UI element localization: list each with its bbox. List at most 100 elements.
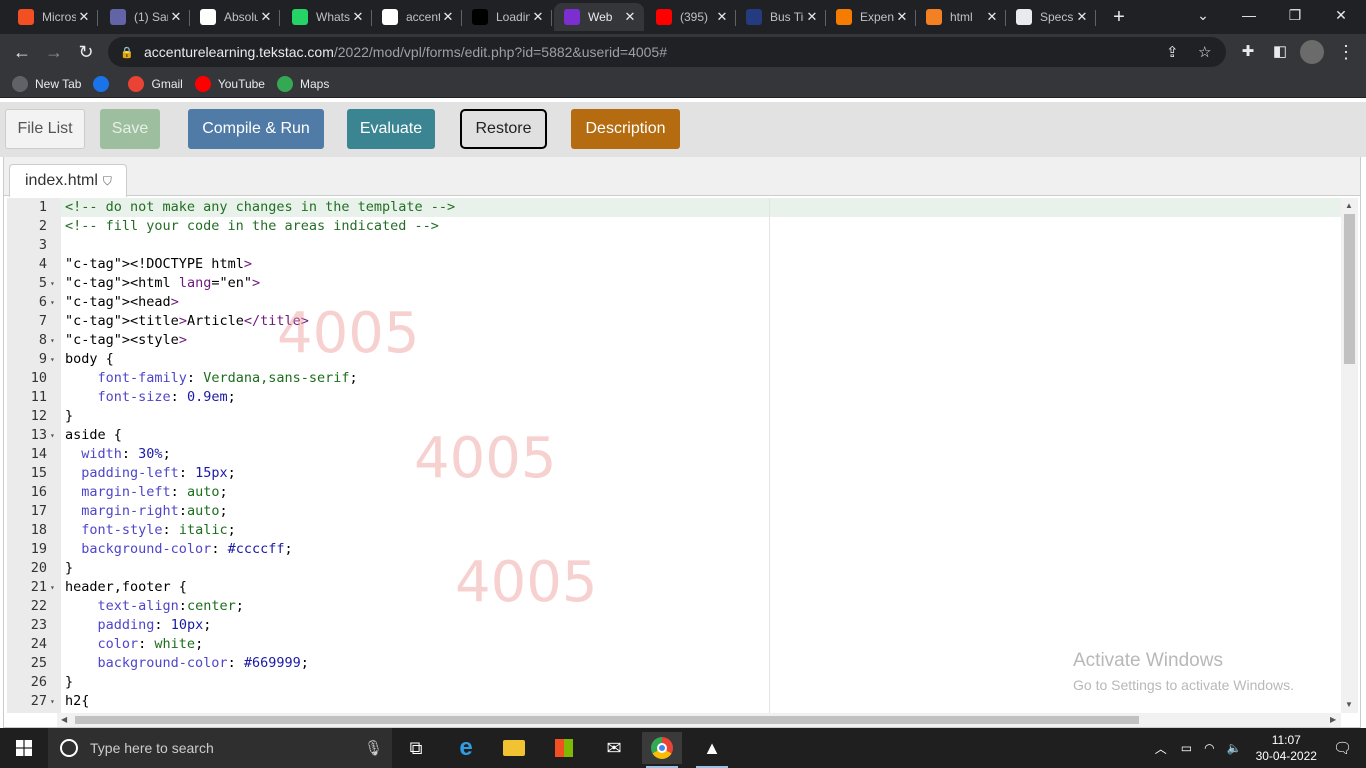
file-explorer-icon[interactable]: [494, 732, 534, 764]
close-tab-icon[interactable]: ✕: [258, 9, 274, 25]
forward-icon[interactable]: →: [42, 40, 66, 64]
close-tab-icon[interactable]: ✕: [168, 9, 184, 25]
bookmark-item[interactable]: New Tab: [12, 72, 81, 96]
browser-tab[interactable]: Web ✕: [554, 3, 644, 31]
line-number: 9: [38, 351, 47, 367]
extensions-icon[interactable]: ✚: [1236, 40, 1260, 64]
code-line: <!-- do not make any changes in the temp…: [65, 199, 456, 215]
close-tab-icon[interactable]: ✕: [622, 9, 638, 25]
taskbar-search-box[interactable]: Type here to search 🎙: [48, 728, 392, 768]
microphone-icon[interactable]: 🎙: [364, 739, 383, 757]
chevron-up-icon[interactable]: ︿: [1155, 740, 1167, 757]
browser-tab[interactable]: accenture✕: [372, 3, 462, 31]
fold-arrow-icon[interactable]: ▾: [50, 293, 55, 312]
fold-arrow-icon[interactable]: ▾: [50, 692, 55, 711]
line-number: 4: [38, 256, 47, 272]
browser-tab[interactable]: (1) Sam✕: [100, 3, 190, 31]
browser-tab[interactable]: Loading✕: [462, 3, 552, 31]
side-panel-icon[interactable]: ◧: [1268, 40, 1292, 64]
browser-tab[interactable]: Bus Ticket✕: [736, 3, 826, 31]
save-button[interactable]: Save: [100, 109, 160, 149]
description-button[interactable]: Description: [571, 109, 680, 149]
browser-tab[interactable]: Expense✕: [826, 3, 916, 31]
evaluate-button[interactable]: Evaluate: [347, 109, 435, 149]
vs-icon: [564, 9, 580, 25]
bookmark-item[interactable]: Maps: [276, 72, 329, 96]
bookmark-item[interactable]: Gmail: [128, 72, 183, 96]
close-tab-icon[interactable]: ✕: [714, 9, 730, 25]
mail-icon[interactable]: ✉: [594, 732, 634, 764]
close-tab-icon[interactable]: ✕: [894, 9, 910, 25]
tab-search-button[interactable]: ⌄: [1180, 0, 1226, 30]
close-tab-icon[interactable]: ✕: [530, 9, 546, 25]
close-tab-icon[interactable]: ✕: [804, 9, 820, 25]
fold-arrow-icon[interactable]: ▾: [50, 350, 55, 369]
horizontal-scrollbar[interactable]: ◀ ▶: [57, 713, 1341, 727]
compile-run-button[interactable]: Compile & Run: [188, 109, 324, 149]
scroll-up-icon[interactable]: ▲: [1345, 201, 1353, 210]
file-tab-index-html[interactable]: index.html ⛉: [9, 164, 127, 197]
paypal-icon: [746, 9, 762, 25]
windows-icon: [16, 740, 32, 756]
clock[interactable]: 11:07 30-04-2022: [1256, 732, 1317, 764]
vertical-scrollbar[interactable]: ▲ ▼: [1341, 198, 1358, 713]
browser-tab[interactable]: html ✕: [916, 3, 1006, 31]
battery-icon[interactable]: ▭: [1181, 741, 1192, 755]
restore-window-button[interactable]: ❐: [1272, 0, 1318, 30]
bookmark-item[interactable]: YouTube: [194, 72, 265, 96]
bookmark-item[interactable]: [93, 72, 116, 96]
scroll-right-icon[interactable]: ▶: [1330, 715, 1336, 724]
wifi-icon[interactable]: ◠: [1204, 741, 1214, 755]
close-tab-icon[interactable]: ✕: [984, 9, 1000, 25]
windows-taskbar: Type here to search 🎙 ⧉ e ✉ ▲ ︿ ▭ ◠ 🔈 11…: [0, 728, 1366, 768]
photos-icon[interactable]: ▲: [692, 732, 732, 768]
vpl-editor-page: File List Save Compile & Run Evaluate Re…: [0, 99, 1366, 728]
share-icon[interactable]: ⇪: [1166, 43, 1179, 61]
close-tab-icon[interactable]: ✕: [1074, 9, 1090, 25]
activate-windows-watermark: Activate Windows Go to Settings to activ…: [1073, 650, 1294, 693]
horizontal-scroll-thumb[interactable]: [75, 716, 1139, 724]
fold-arrow-icon[interactable]: ▾: [50, 331, 55, 350]
chrome-icon[interactable]: [642, 732, 682, 768]
volume-icon[interactable]: 🔈: [1227, 741, 1242, 755]
bookmark-label: New Tab: [35, 76, 82, 91]
minimize-button[interactable]: —: [1226, 0, 1272, 30]
reload-icon[interactable]: ↻: [74, 40, 98, 64]
fold-arrow-icon[interactable]: ▾: [50, 426, 55, 445]
browser-tab[interactable]: WhatsApp✕: [282, 3, 372, 31]
browser-tab[interactable]: Absolute✕: [190, 3, 280, 31]
address-bar[interactable]: 🔒 accenturelearning.tekstac.com/2022/mod…: [108, 37, 1226, 67]
restore-button[interactable]: Restore: [460, 109, 547, 149]
url-text[interactable]: accenturelearning.tekstac.com/2022/mod/v…: [144, 44, 667, 60]
file-list-button[interactable]: File List: [5, 109, 85, 149]
close-window-button[interactable]: ✕: [1318, 0, 1364, 30]
vertical-scroll-thumb[interactable]: [1344, 214, 1355, 364]
code-editor[interactable]: 1 2 3 4 5 ▾ 6 ▾ 7 8 ▾ 9 ▾ 10 11 12 13 ▾ 14 15 16 17 18 19 20 21 ▾ 2…: [7, 198, 1346, 713]
browser-tab[interactable]: Microsoft✕: [8, 3, 98, 31]
browser-tab[interactable]: Specs ✕: [1006, 3, 1096, 31]
stackoverflow-icon: [926, 9, 942, 25]
close-tab-icon[interactable]: ✕: [440, 9, 456, 25]
line-number: 21: [30, 579, 47, 595]
browser-tab[interactable]: (395) ✕: [646, 3, 736, 31]
close-tab-icon[interactable]: ✕: [350, 9, 366, 25]
notification-icon[interactable]: 🗨: [1333, 739, 1352, 757]
edge-icon[interactable]: e: [446, 732, 486, 764]
scroll-left-icon[interactable]: ◀: [61, 715, 67, 724]
profile-avatar[interactable]: [1300, 40, 1324, 64]
new-tab-button[interactable]: +: [1108, 6, 1130, 28]
browser-tab-title: (395): [680, 10, 709, 24]
task-view-icon[interactable]: ⧉: [396, 732, 436, 764]
menu-icon[interactable]: ⋮: [1334, 40, 1358, 64]
fold-arrow-icon[interactable]: ▾: [50, 578, 55, 597]
scroll-down-icon[interactable]: ▼: [1345, 700, 1353, 709]
globe-icon: [1016, 9, 1032, 25]
store-icon[interactable]: [544, 732, 584, 764]
back-icon[interactable]: ←: [10, 40, 34, 64]
fold-arrow-icon[interactable]: ▾: [50, 274, 55, 293]
bookmark-star-icon[interactable]: ☆: [1198, 43, 1211, 61]
start-button[interactable]: [0, 728, 48, 768]
line-number: 6: [38, 294, 47, 310]
google-icon: [382, 9, 398, 25]
close-tab-icon[interactable]: ✕: [76, 9, 92, 25]
